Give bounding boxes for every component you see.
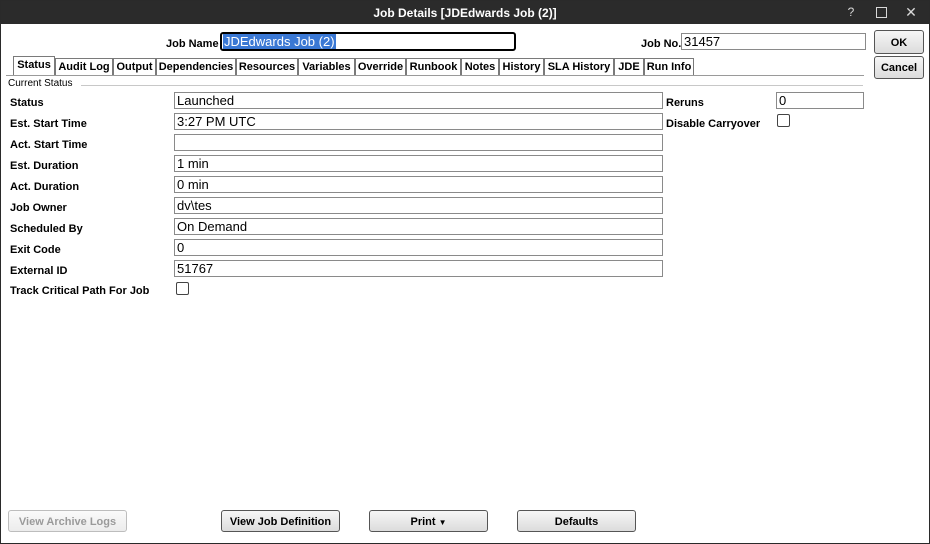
reruns-label: Reruns	[666, 97, 704, 109]
job-name-value: JDEdwards Job (2)	[223, 34, 336, 49]
act-duration-label: Act. Duration	[10, 181, 80, 193]
view-job-definition-button[interactable]: View Job Definition	[221, 510, 340, 532]
cancel-button[interactable]: Cancel	[874, 56, 924, 79]
maximize-icon[interactable]	[869, 3, 893, 22]
group-divider	[81, 85, 863, 86]
job-no-input[interactable]: 31457	[681, 33, 866, 50]
tab-variables[interactable]: Variables	[298, 58, 355, 75]
job-name-label: Job Name	[166, 38, 219, 50]
job-no-label: Job No.	[641, 38, 682, 50]
tab-history[interactable]: History	[499, 58, 544, 75]
tab-status[interactable]: Status	[13, 56, 55, 76]
est-duration-field[interactable]: 1 min	[174, 155, 663, 172]
tab-resources[interactable]: Resources	[236, 58, 298, 75]
external-id-field[interactable]: 51767	[174, 260, 663, 277]
track-critical-path-checkbox[interactable]	[176, 282, 189, 295]
job-owner-label: Job Owner	[10, 202, 67, 214]
status-field[interactable]: Launched	[174, 92, 663, 109]
tab-jde[interactable]: JDE	[614, 58, 644, 75]
track-critical-path-label: Track Critical Path For Job	[10, 285, 150, 297]
scheduled-by-field[interactable]: On Demand	[174, 218, 663, 235]
print-button[interactable]: Print ▼	[369, 510, 488, 532]
tab-divider	[6, 75, 864, 76]
view-archive-logs-button[interactable]: View Archive Logs	[8, 510, 127, 532]
act-duration-field[interactable]: 0 min	[174, 176, 663, 193]
exit-code-label: Exit Code	[10, 244, 61, 256]
est-duration-label: Est. Duration	[10, 160, 79, 172]
tab-run-info[interactable]: Run Info	[644, 58, 694, 75]
chevron-down-icon: ▼	[438, 518, 447, 527]
close-icon[interactable]: ✕	[899, 3, 923, 22]
job-owner-field[interactable]: dv\tes	[174, 197, 663, 214]
disable-carryover-label: Disable Carryover	[666, 118, 761, 130]
job-name-input[interactable]: JDEdwards Job (2)	[220, 32, 516, 51]
window-title: Job Details [JDEdwards Job (2)]	[373, 6, 557, 20]
ok-button[interactable]: OK	[874, 30, 924, 54]
help-icon[interactable]: ?	[839, 3, 863, 22]
defaults-button[interactable]: Defaults	[517, 510, 636, 532]
tab-sla-history[interactable]: SLA History	[544, 58, 614, 75]
tab-override[interactable]: Override	[355, 58, 406, 75]
disable-carryover-checkbox[interactable]	[777, 114, 790, 127]
est-start-time-field[interactable]: 3:27 PM UTC	[174, 113, 663, 130]
act-start-time-label: Act. Start Time	[10, 139, 88, 151]
current-status-group-label: Current Status	[8, 78, 73, 89]
tab-output[interactable]: Output	[113, 58, 156, 75]
title-bar[interactable]: Job Details [JDEdwards Job (2)] ? ✕	[1, 1, 929, 24]
job-details-window: Job Details [JDEdwards Job (2)] ? ✕ Job …	[0, 0, 930, 544]
external-id-label: External ID	[10, 265, 68, 277]
scheduled-by-label: Scheduled By	[10, 223, 83, 235]
act-start-time-field[interactable]	[174, 134, 663, 151]
tab-dependencies[interactable]: Dependencies	[156, 58, 236, 75]
est-start-time-label: Est. Start Time	[10, 118, 87, 130]
tab-notes[interactable]: Notes	[461, 58, 499, 75]
status-label: Status	[10, 97, 44, 109]
print-label: Print	[410, 516, 436, 528]
exit-code-field[interactable]: 0	[174, 239, 663, 256]
reruns-field[interactable]: 0	[776, 92, 864, 109]
tab-runbook[interactable]: Runbook	[406, 58, 461, 75]
tab-audit-log[interactable]: Audit Log	[55, 58, 113, 75]
